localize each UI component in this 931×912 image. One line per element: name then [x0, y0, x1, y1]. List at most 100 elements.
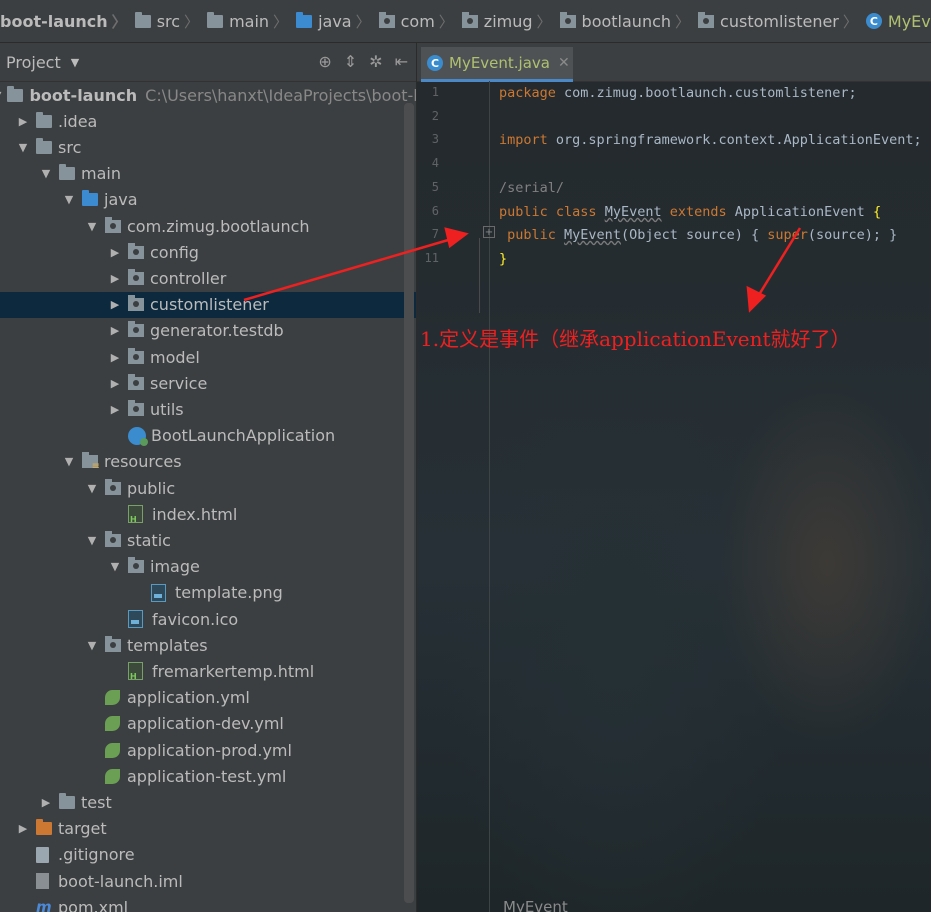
chevron-down-icon[interactable]: ▼ [62, 455, 76, 468]
tree-item-generator-testdb[interactable]: ▶ generator.testdb [0, 318, 416, 344]
tab-myevent-java[interactable]: C MyEvent.java ✕ [421, 47, 573, 82]
breadcrumb-item[interactable]: zimug 〉 [452, 11, 560, 32]
code-token: ApplicationEvent [726, 204, 873, 220]
chevron-down-icon[interactable]: ▼ [85, 482, 99, 495]
tree-item-label: boot-launch.iml [58, 871, 183, 891]
tree-item-com-zimug-bootlaunch[interactable]: ▼ com.zimug.bootlaunch [0, 213, 416, 239]
hide-panel-icon[interactable]: ⇤ [395, 52, 408, 71]
tree-item-target[interactable]: ▶ target [0, 816, 416, 842]
code-line-6[interactable]: public class MyEvent extends Application… [499, 204, 881, 220]
tree-item-bootlaunchapplication[interactable]: BootLaunchApplication [0, 423, 416, 449]
tree-item-label: application-prod.yml [127, 740, 292, 760]
chevron-right-icon[interactable]: ▶ [108, 403, 122, 416]
tree-item-index-html[interactable]: index.html [0, 501, 416, 527]
folder-icon [207, 11, 224, 28]
tree-item-model[interactable]: ▶ model [0, 344, 416, 370]
chevron-right-icon[interactable]: ▶ [108, 351, 122, 364]
folder-icon [59, 164, 75, 181]
breadcrumb-item[interactable]: main 〉 [197, 11, 296, 32]
code-line-11[interactable]: } [499, 251, 507, 267]
breadcrumb: boot-launch 〉 src 〉 main 〉 java 〉 com 〉 zimug 〉 boot… [0, 0, 931, 43]
package-icon [559, 11, 576, 28]
tree-item-resources[interactable]: ▼ resources [0, 449, 416, 475]
tree-item-application-test-yml[interactable]: application-test.yml [0, 763, 416, 789]
package-icon [128, 399, 144, 416]
breadcrumb-label: java [318, 11, 352, 31]
tree-item-favicon-ico[interactable]: favicon.ico [0, 606, 416, 632]
close-icon[interactable]: ✕ [558, 55, 570, 71]
tree-item-pom-xml[interactable]: m pom.xml [0, 894, 416, 912]
breadcrumb-item[interactable]: java 〉 [286, 11, 379, 32]
breadcrumb-item[interactable]: src 〉 [125, 11, 207, 32]
chevron-down-icon[interactable]: ▼ [108, 560, 122, 573]
chevron-down-icon[interactable]: ▼ [85, 639, 99, 652]
breadcrumb-item[interactable]: CMyEvent〉 [856, 11, 931, 32]
project-path: C:\Users\hanxt\IdeaProjects\boot-launch [145, 85, 416, 105]
tree-item-application-prod-yml[interactable]: application-prod.yml [0, 737, 416, 763]
chevron-right-icon[interactable]: ▶ [108, 272, 122, 285]
chevron-right-icon[interactable]: ▶ [16, 822, 30, 835]
code-line-5[interactable]: /serial/ [499, 180, 564, 196]
package-icon [105, 216, 121, 233]
tree-item-utils[interactable]: ▶ utils [0, 396, 416, 422]
tree-item-service[interactable]: ▶ service [0, 370, 416, 396]
tree-item-label: generator.testdb [150, 321, 284, 341]
chevron-right-icon[interactable]: ▶ [108, 298, 122, 311]
tree-item-boot-launch[interactable]: ▼ boot-launch C:\Users\hanxt\IdeaProjects\… [0, 82, 416, 108]
code-token: import [499, 132, 548, 148]
fold-icon[interactable]: + [483, 226, 495, 238]
tree-item-public[interactable]: ▼ public [0, 475, 416, 501]
breadcrumb-item[interactable]: boot-launch 〉 [0, 11, 135, 32]
tree-item-controller[interactable]: ▶ controller [0, 265, 416, 291]
tree-item-main[interactable]: ▼ main [0, 161, 416, 187]
tree-item-label: application-dev.yml [127, 714, 284, 734]
class-icon: C [427, 55, 443, 71]
tree-item-config[interactable]: ▶ config [0, 239, 416, 265]
chevron-right-icon[interactable]: ▶ [108, 246, 122, 259]
package-icon [105, 530, 121, 547]
tree-item-java[interactable]: ▼ java [0, 187, 416, 213]
chevron-down-icon[interactable]: ▼ [85, 534, 99, 547]
tree-item-application-yml[interactable]: application.yml [0, 685, 416, 711]
tree-item-gitignore[interactable]: .gitignore [0, 842, 416, 868]
collapse-all-icon[interactable]: ⇕ [344, 52, 357, 71]
chevron-down-icon[interactable]: ▼ [39, 167, 53, 180]
chevron-right-icon[interactable]: ▶ [108, 377, 122, 390]
breadcrumb-label: com [400, 11, 435, 31]
chevron-right-icon[interactable]: ▶ [39, 796, 53, 809]
tree-item-static[interactable]: ▼ static [0, 527, 416, 553]
breadcrumb-label: bootlaunch [581, 11, 672, 31]
tree-item-application-dev-yml[interactable]: application-dev.yml [0, 711, 416, 737]
breadcrumb-item[interactable]: com 〉 [369, 11, 462, 32]
tree-item-boot-launch-iml[interactable]: boot-launch.iml [0, 868, 416, 894]
tree-item-idea[interactable]: ▶ .idea [0, 108, 416, 134]
tree-item-template-png[interactable]: template.png [0, 580, 416, 606]
breadcrumb-item[interactable]: bootlaunch 〉 [550, 11, 699, 32]
line-number: 6 [431, 204, 439, 218]
chevron-down-icon[interactable]: ▼ [0, 89, 1, 102]
chevron-right-icon[interactable]: ▶ [108, 324, 122, 337]
tree-item-image[interactable]: ▼ image [0, 554, 416, 580]
package-icon [128, 242, 144, 259]
tree-scrollbar[interactable] [404, 103, 414, 903]
chevron-down-icon[interactable]: ▼ [62, 193, 76, 206]
tree-item-templates[interactable]: ▼ templates [0, 632, 416, 658]
chevron-down-icon[interactable]: ▼ [16, 141, 30, 154]
tree-item-label: boot-launch [29, 85, 138, 105]
chevron-down-icon[interactable]: ▼ [85, 220, 99, 233]
code-line-3[interactable]: import org.springframework.context.Appli… [499, 132, 922, 148]
breadcrumb-item[interactable]: customlistener 〉 [688, 11, 866, 32]
annotation-text: 1.定义是事件（继承applicationEvent就好了） [420, 327, 851, 351]
locate-icon[interactable]: ⊕ [318, 52, 331, 71]
code-line-7[interactable]: public MyEvent(Object source) { super(so… [499, 227, 897, 243]
project-view-selector[interactable]: Project [6, 53, 61, 72]
gear-icon[interactable]: ✲ [369, 52, 382, 71]
tree-item-test[interactable]: ▶ test [0, 789, 416, 815]
tree-item-src[interactable]: ▼ src [0, 134, 416, 160]
tree-item-customlistener[interactable]: ▶ customlistener [0, 291, 416, 318]
code-line-1[interactable]: package com.zimug.bootlaunch.customliste… [499, 85, 857, 101]
chevron-right-icon[interactable]: ▶ [16, 115, 30, 128]
chevron-down-icon[interactable]: ▼ [71, 56, 79, 69]
tree-item-label: target [58, 819, 107, 839]
tree-item-fremarkertemp-html[interactable]: fremarkertemp.html [0, 658, 416, 684]
